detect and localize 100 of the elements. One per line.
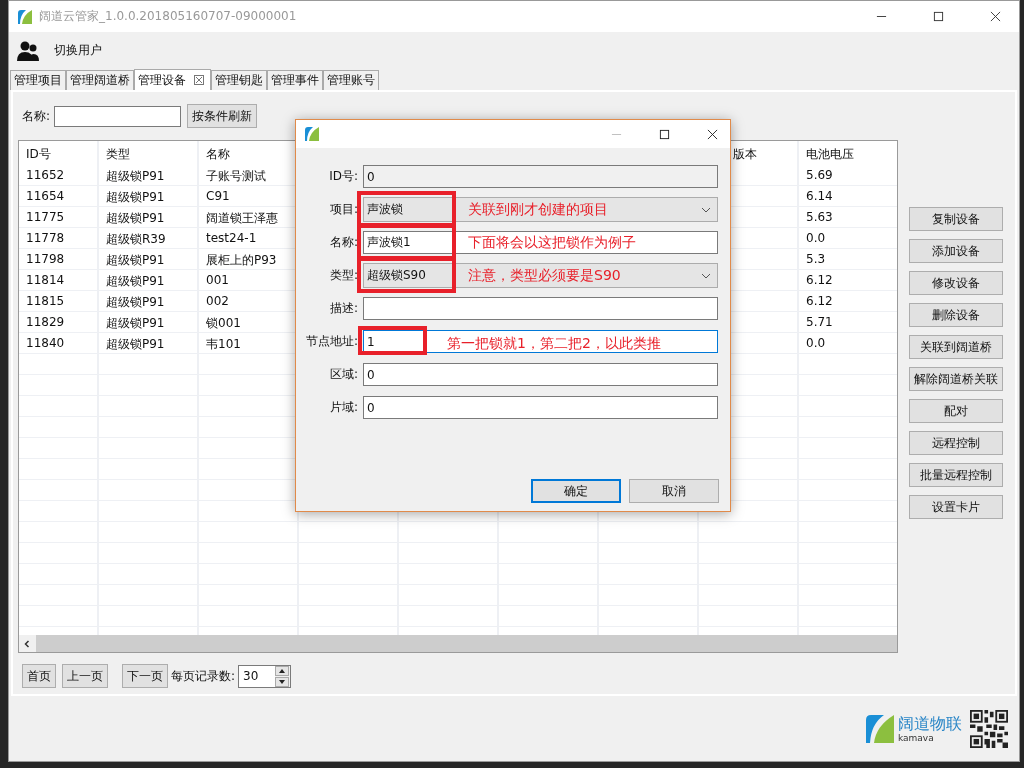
first-page-button[interactable]: 首页 <box>22 664 56 688</box>
close-icon[interactable] <box>707 128 718 140</box>
column-header[interactable]: 类型 <box>106 147 130 161</box>
action-button[interactable]: 关联到阔道桥 <box>909 335 1003 359</box>
spin-up-icon[interactable] <box>275 665 290 676</box>
tab[interactable]: 管理阔道桥 <box>66 70 134 90</box>
annotation-text: 注意，类型必须要是S90 <box>468 267 621 285</box>
table-cell: 11798 <box>26 252 65 266</box>
table-cell: 5.69 <box>806 168 833 182</box>
cancel-button[interactable]: 取消 <box>629 479 719 503</box>
table-cell: 超级锁P91 <box>106 274 165 288</box>
table-cell: 11654 <box>26 189 65 203</box>
previous-page-button[interactable]: 上一页 <box>62 664 108 688</box>
table-cell: 超级锁P91 <box>106 295 165 309</box>
tab[interactable]: 管理设备 <box>134 69 211 90</box>
table-cell: 超级锁P91 <box>106 316 165 330</box>
table-cell: 0.0 <box>806 336 826 350</box>
table-cell: 超级锁P91 <box>106 211 165 225</box>
action-button[interactable]: 设置卡片 <box>909 495 1003 519</box>
input-field[interactable]: 0 <box>363 363 718 386</box>
input-field[interactable] <box>363 297 718 320</box>
table-cell: 5.63 <box>806 210 833 224</box>
tab[interactable]: 管理账号 <box>323 70 379 90</box>
table-cell: 5.71 <box>806 315 833 329</box>
horizontal-scrollbar[interactable] <box>19 635 897 652</box>
action-button[interactable]: 删除设备 <box>909 303 1003 327</box>
tab[interactable]: 管理项目 <box>10 70 66 90</box>
name-label: 名称: <box>22 107 51 125</box>
refresh-button[interactable]: 按条件刷新 <box>187 104 258 128</box>
table-cell: 5.3 <box>806 252 826 266</box>
table-cell: 11775 <box>26 210 65 224</box>
action-button[interactable]: 解除阔道桥关联 <box>909 367 1003 391</box>
column-header[interactable]: 版本 <box>733 147 757 161</box>
maximize-icon[interactable] <box>933 11 944 22</box>
action-button[interactable]: 修改设备 <box>909 271 1003 295</box>
table-cell: 子账号测试 <box>206 169 266 183</box>
action-button[interactable]: 远程控制 <box>909 431 1003 455</box>
per-page-spinner[interactable]: 30 <box>238 664 292 688</box>
table-cell: C91 <box>206 189 230 203</box>
column-header[interactable]: 名称 <box>206 147 230 161</box>
table-cell: 11840 <box>26 336 65 350</box>
table-cell: 0.0 <box>806 231 826 245</box>
table-cell: 超级锁P91 <box>106 337 165 351</box>
app-logo-icon <box>17 8 33 25</box>
table-cell: 超级锁P91 <box>106 169 165 183</box>
column-header[interactable]: ID号 <box>26 147 51 161</box>
brand-subtitle: kamava <box>898 732 935 743</box>
chevron-down-icon[interactable] <box>701 272 711 279</box>
ok-button[interactable]: 确定 <box>531 479 621 503</box>
close-icon[interactable] <box>990 11 1001 22</box>
field-label: 类型: <box>328 267 358 284</box>
chevron-down-icon[interactable] <box>701 206 711 213</box>
per-page-label: 每页记录数: <box>171 667 236 685</box>
tab[interactable]: 管理钥匙 <box>211 70 267 90</box>
table-cell: 001 <box>206 273 229 287</box>
field-label: ID号: <box>328 168 358 185</box>
field-label: 片域: <box>328 399 358 416</box>
annotation-text: 第一把锁就1，第二把2，以此类推 <box>447 335 661 353</box>
table-cell: 阔道锁王泽惠 <box>206 211 278 225</box>
table-cell: 超级锁P91 <box>106 190 165 204</box>
spin-down-icon[interactable] <box>275 676 290 687</box>
annotation-text: 关联到刚才创建的项目 <box>468 201 608 219</box>
action-button[interactable]: 添加设备 <box>909 239 1003 263</box>
input-field[interactable]: 0 <box>363 165 718 188</box>
table-cell: 韦101 <box>206 337 241 351</box>
brand-logo-icon <box>865 713 895 744</box>
table-cell: 11815 <box>26 294 65 308</box>
action-button[interactable]: 复制设备 <box>909 207 1003 231</box>
table-cell: 002 <box>206 294 229 308</box>
brand-name: 阔道物联 <box>898 714 962 733</box>
column-header[interactable]: 电池电压 <box>806 147 854 161</box>
table-cell: 超级锁R39 <box>106 232 166 246</box>
highlight-frame <box>358 326 427 355</box>
table-cell: 11652 <box>26 168 65 182</box>
name-input-field[interactable] <box>54 105 182 127</box>
field-label: 描述: <box>328 300 358 317</box>
field-label: 名称: <box>328 234 358 251</box>
table-cell: 11778 <box>26 231 65 245</box>
table-cell: test24-1 <box>206 231 257 245</box>
maximize-icon[interactable] <box>659 128 670 140</box>
next-page-button[interactable]: 下一页 <box>122 664 168 688</box>
tab[interactable]: 管理事件 <box>267 70 323 90</box>
qr-code-icon <box>970 709 1008 748</box>
table-cell: 6.14 <box>806 189 833 203</box>
table-cell: 6.12 <box>806 273 833 287</box>
table-cell: 超级锁P91 <box>106 253 165 267</box>
window-title: 阔道云管家_1.0.0.201805160707-09000001 <box>39 8 297 25</box>
action-button[interactable]: 批量远程控制 <box>909 463 1003 487</box>
app-logo-icon <box>304 126 320 142</box>
action-button[interactable]: 配对 <box>909 399 1003 423</box>
field-label: 节点地址: <box>304 333 358 350</box>
field-label: 区域: <box>328 366 358 383</box>
switch-user-link[interactable]: 切换用户 <box>54 42 102 59</box>
annotation-text: 下面将会以这把锁作为例子 <box>468 234 636 252</box>
field-label: 项目: <box>328 201 358 218</box>
table-cell: 11829 <box>26 315 65 329</box>
table-cell: 展柜上的P93 <box>206 253 277 267</box>
input-field[interactable]: 0 <box>363 396 718 419</box>
scroll-left-icon[interactable] <box>23 639 31 648</box>
table-cell: 6.12 <box>806 294 833 308</box>
